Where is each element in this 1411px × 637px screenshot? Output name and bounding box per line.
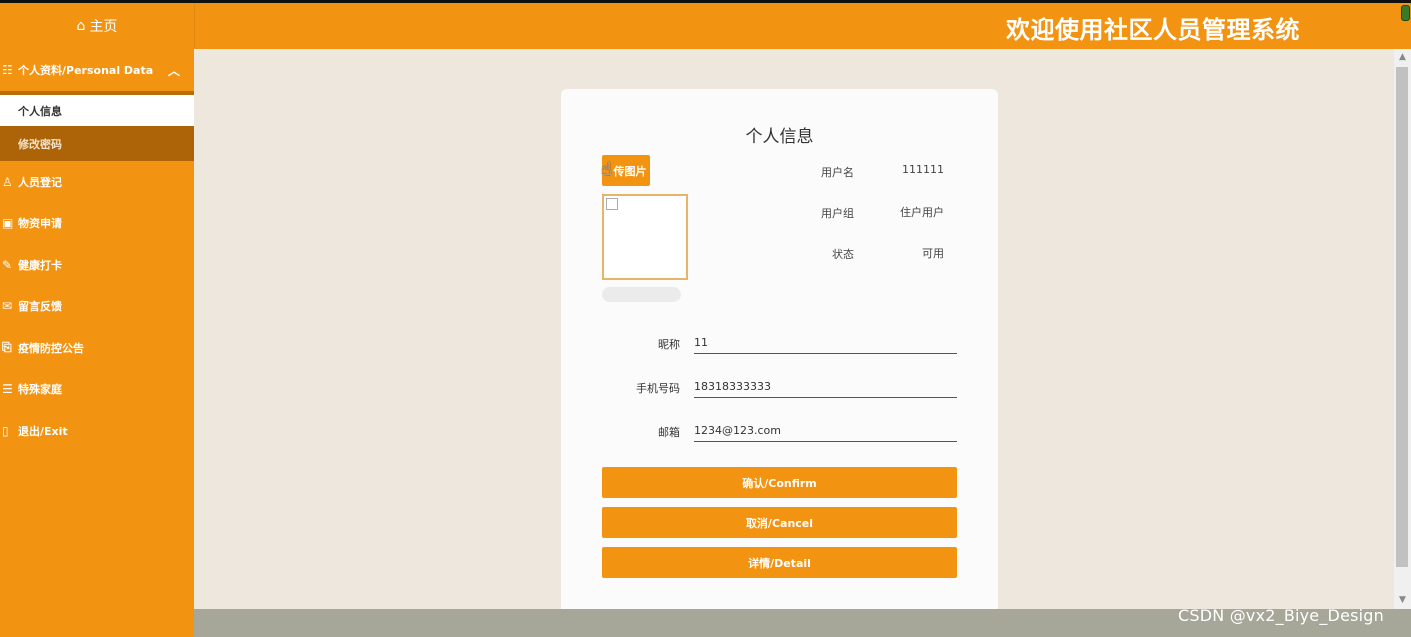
usergroup-value: 住户用户 xyxy=(900,206,944,219)
home-icon: ⌂ xyxy=(76,18,86,34)
phone-field[interactable] xyxy=(694,375,957,398)
broken-image-icon xyxy=(606,198,618,210)
home-label: 主页 xyxy=(89,19,118,35)
page-title: 个人信息 xyxy=(745,127,814,147)
battery-icon xyxy=(1401,5,1410,21)
exit-icon: ▯ xyxy=(2,423,9,438)
nickname-label: 昵称 xyxy=(658,338,680,351)
sidebar-item-special-families[interactable]: ☰ 特殊家庭 xyxy=(0,369,194,411)
sidebar-item-label: 退出/Exit xyxy=(18,424,68,438)
sidebar-item-health-checkin[interactable]: ✎ 健康打卡 xyxy=(0,244,194,286)
sidebar-item-label: 物资申请 xyxy=(18,217,62,231)
sidebar-subitem-label: 个人信息 xyxy=(18,104,62,118)
sidebar-item-label: 疫情防控公告 xyxy=(18,341,84,355)
upload-progress-bar xyxy=(602,287,681,302)
detail-button[interactable]: 详情/Detail xyxy=(602,547,957,578)
sidebar-item-registration[interactable]: ♙ 人员登记 xyxy=(0,161,194,203)
list-icon: ☰ xyxy=(2,382,13,397)
status-value: 可用 xyxy=(922,247,944,260)
usergroup-label: 用户组 xyxy=(821,207,854,220)
personal-info-card: 个人信息 传图片 ☝ 用户名 111111 用户组 住户用户 状态 可用 昵称 … xyxy=(561,89,998,619)
home-link[interactable]: ⌂ 主页 xyxy=(0,3,195,49)
status-label: 状态 xyxy=(832,248,854,261)
scroll-up-icon[interactable]: ▲ xyxy=(1394,49,1411,66)
hand-cursor-icon: ☝ xyxy=(601,159,612,180)
sidebar-subitem-personal-info[interactable]: 个人信息 xyxy=(0,95,194,126)
email-field[interactable] xyxy=(694,419,957,442)
sidebar-item-label: 特殊家庭 xyxy=(18,383,62,397)
phone-label: 手机号码 xyxy=(636,382,680,395)
sidebar: ☷ 个人资料/Personal Data ︿ 个人信息 修改密码 ♙ 人员登记 … xyxy=(0,49,194,637)
nickname-field[interactable] xyxy=(694,331,957,354)
scroll-down-icon[interactable]: ▼ xyxy=(1394,592,1411,609)
pen-icon: ✎ xyxy=(2,257,13,272)
feedback-icon: ✉ xyxy=(2,299,13,314)
chevron-up-icon: ︿ xyxy=(167,63,180,78)
sidebar-item-label: 留言反馈 xyxy=(18,300,62,314)
sidebar-item-feedback[interactable]: ✉ 留言反馈 xyxy=(0,286,194,328)
username-value: 111111 xyxy=(902,163,944,176)
username-label: 用户名 xyxy=(821,166,854,179)
avatar xyxy=(602,194,688,280)
sidebar-item-supplies[interactable]: ▣ 物资申请 xyxy=(0,203,194,245)
scrollbar-thumb[interactable] xyxy=(1396,67,1408,567)
email-label: 邮箱 xyxy=(658,426,680,439)
sidebar-item-exit[interactable]: ▯ 退出/Exit xyxy=(0,410,194,452)
confirm-button[interactable]: 确认/Confirm xyxy=(602,467,957,498)
sidebar-item-notices[interactable]: ⎘ 疫情防控公告 xyxy=(0,327,194,369)
watermark: CSDN @vx2_Biye_Design xyxy=(1178,606,1384,625)
sidebar-subitem-label: 修改密码 xyxy=(18,137,62,151)
notice-icon: ⎘ xyxy=(2,340,12,355)
profile-icon: ☷ xyxy=(2,63,13,77)
top-header: ⌂ 主页 欢迎使用社区人员管理系统 xyxy=(0,3,1411,49)
sidebar-item-label: 健康打卡 xyxy=(18,258,62,272)
vertical-scrollbar[interactable]: ▲ ▼ xyxy=(1394,49,1411,609)
person-icon: ♙ xyxy=(2,174,13,189)
sidebar-group-label: 个人资料/Personal Data xyxy=(18,64,154,77)
cancel-button[interactable]: 取消/Cancel xyxy=(602,507,957,538)
box-icon: ▣ xyxy=(2,216,14,231)
sidebar-group-personal-data[interactable]: ☷ 个人资料/Personal Data ︿ xyxy=(0,49,194,91)
system-title: 欢迎使用社区人员管理系统 xyxy=(1006,16,1300,44)
sidebar-subitem-change-password[interactable]: 修改密码 xyxy=(0,126,194,161)
sidebar-item-label: 人员登记 xyxy=(18,175,62,189)
